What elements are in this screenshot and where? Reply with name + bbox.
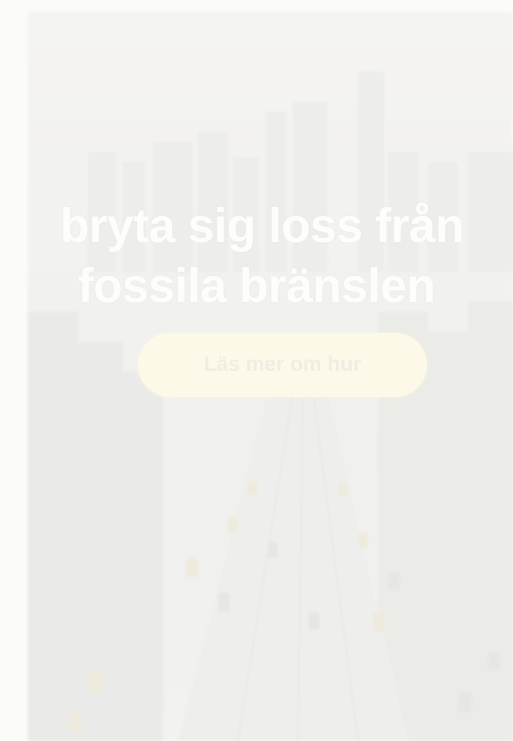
read-more-button[interactable]: Läs mer om hur: [138, 333, 427, 397]
hero-headline-line-2: fossila bränslen: [77, 260, 436, 313]
hero-headline: bryta sig loss från fossila bränslen: [0, 197, 513, 317]
page: bryta sig loss från fossila bränslen Läs…: [0, 0, 513, 741]
hero-headline-line-1: bryta sig loss från: [60, 200, 464, 253]
